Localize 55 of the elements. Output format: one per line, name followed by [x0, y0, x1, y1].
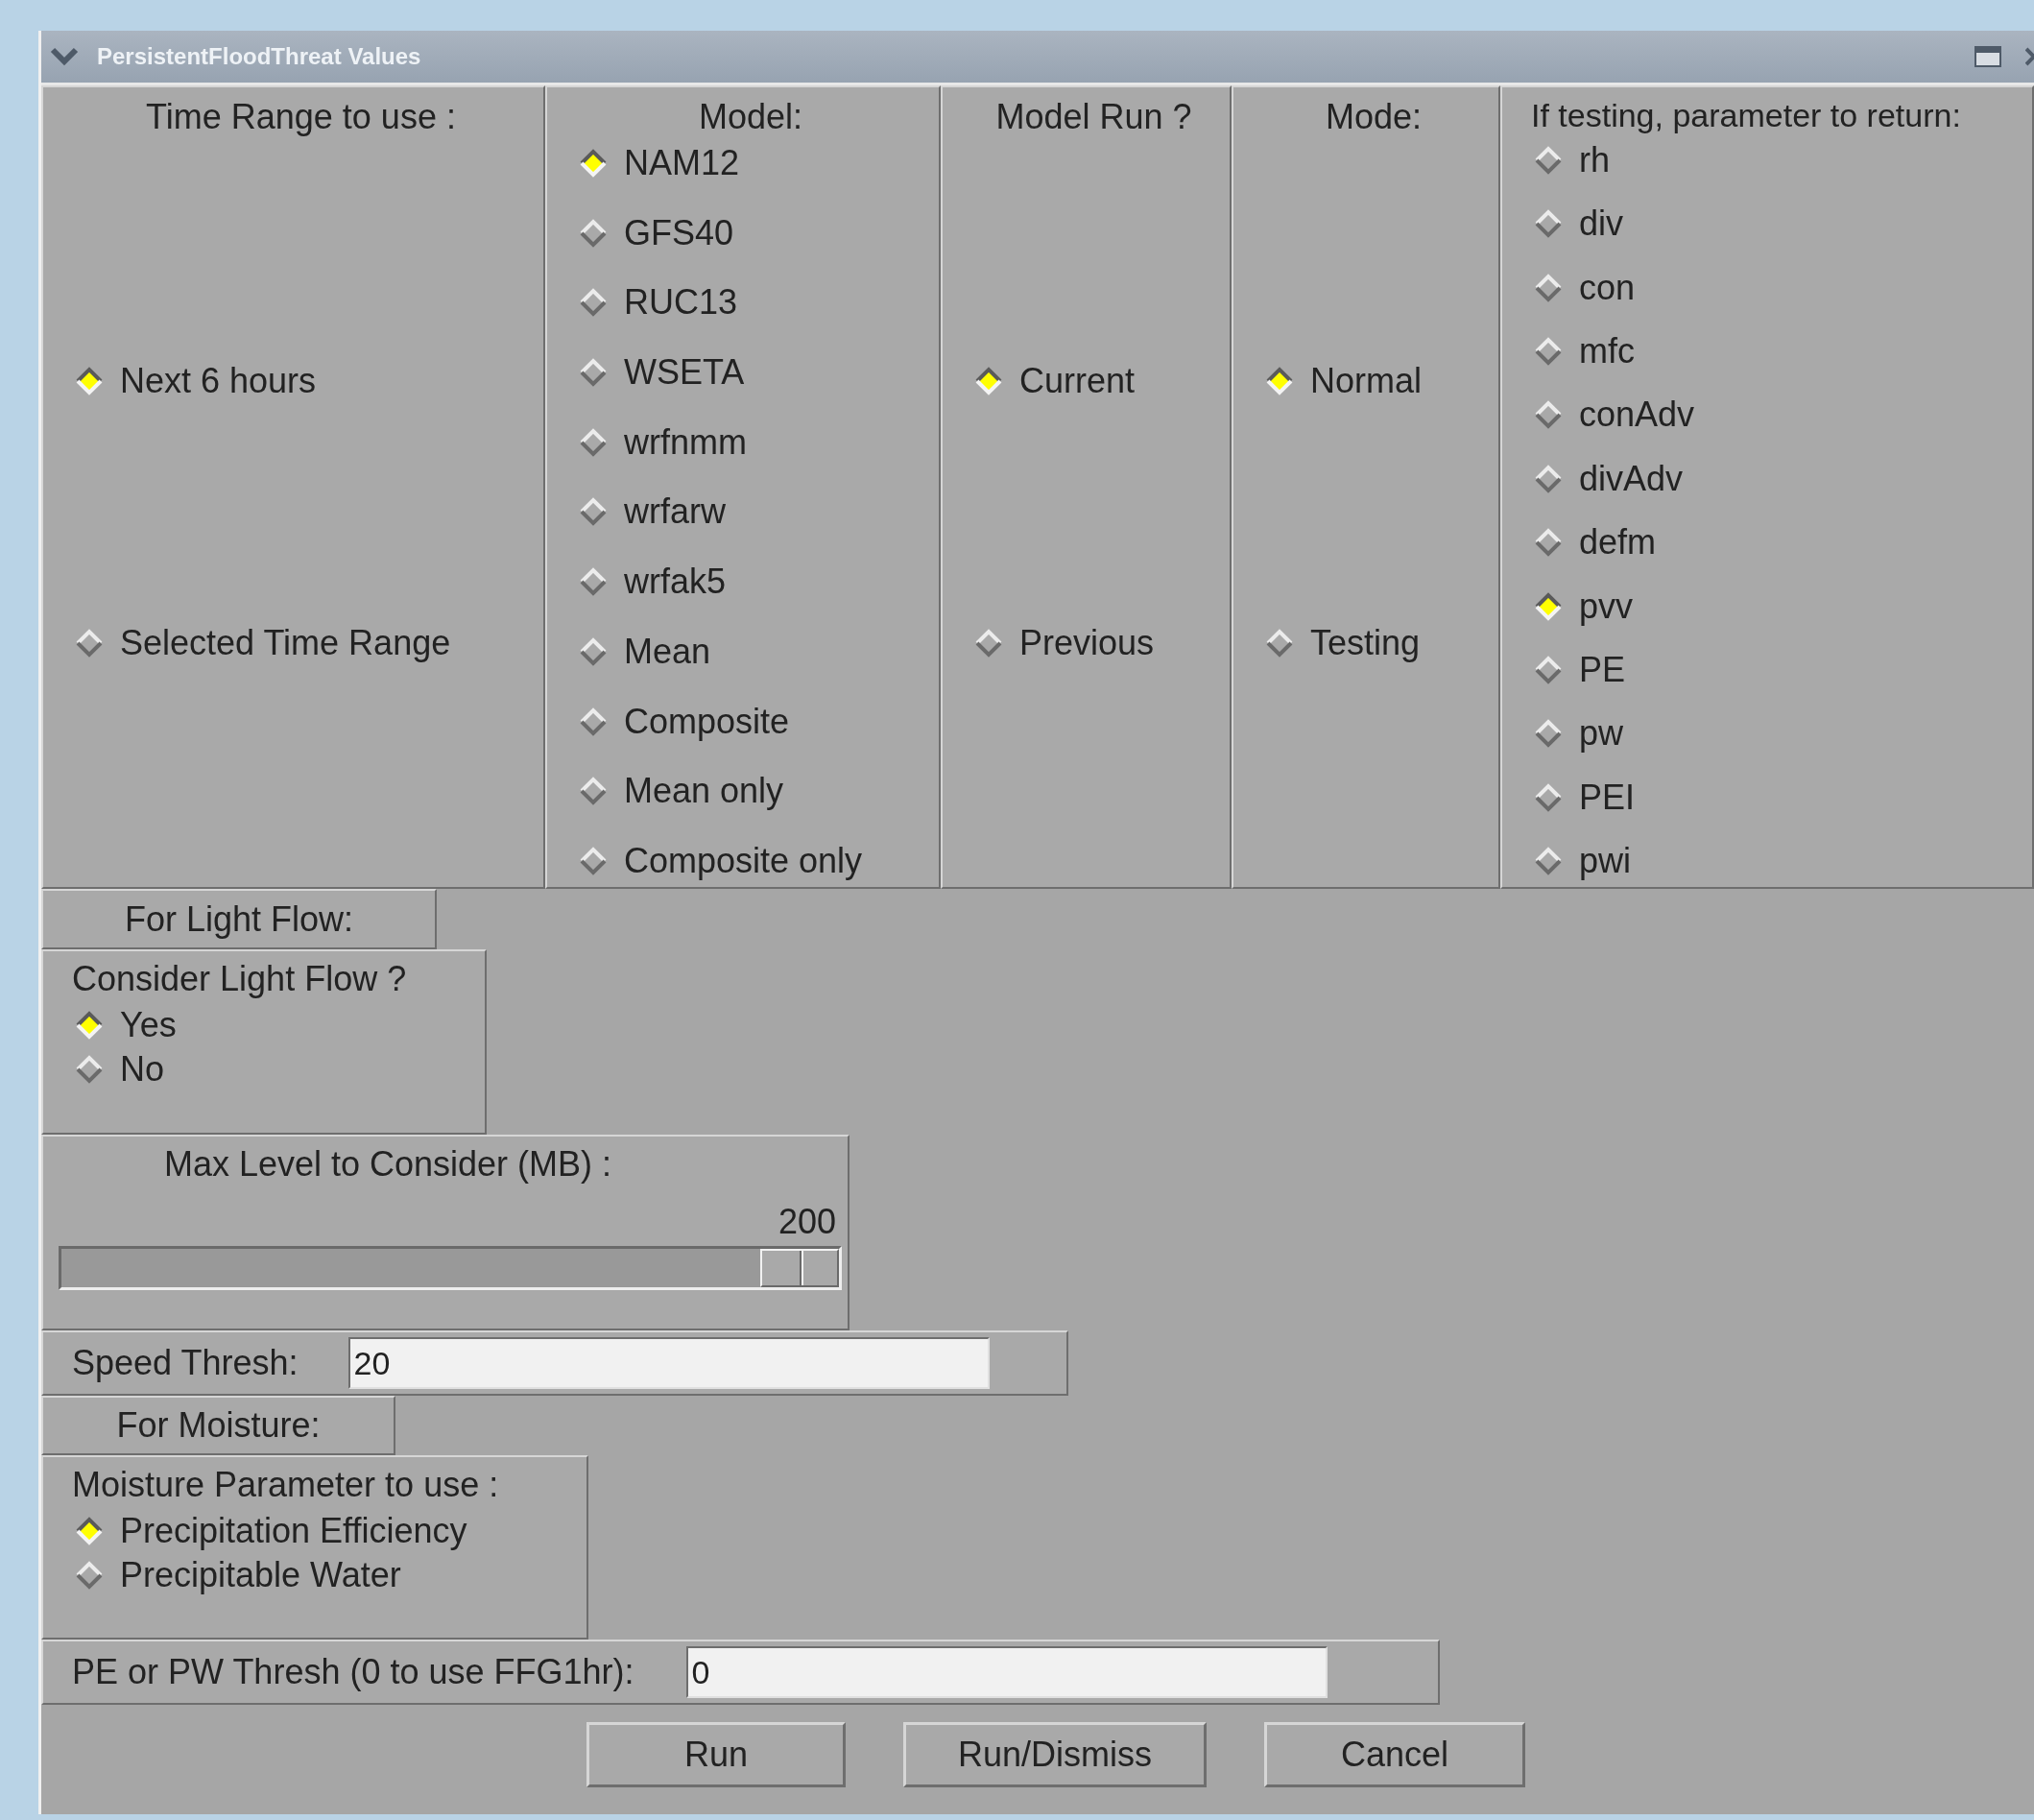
radio-option[interactable]: PE [1531, 647, 2026, 692]
radio-option[interactable]: wrfarw [576, 490, 925, 535]
radio-option[interactable]: div [1531, 202, 2026, 247]
radio-option[interactable]: Composite only [576, 838, 925, 883]
radio-option[interactable]: wrfnmm [576, 419, 925, 465]
maximize-icon[interactable] [1974, 44, 2002, 69]
radio-option[interactable]: wrfak5 [576, 560, 925, 605]
field-label: PE or PW Thresh (0 to use FFG1hr): [71, 1652, 634, 1692]
radio-option[interactable]: NAM12 [576, 141, 925, 185]
input-field[interactable]: 20 [347, 1337, 990, 1389]
group-label: Moisture Parameter to use : [72, 1464, 500, 1506]
input-field[interactable]: 0 [685, 1646, 1328, 1698]
radio-option[interactable]: conAdv [1531, 393, 2026, 438]
radio-option[interactable]: divAdv [1531, 456, 2026, 501]
radio-option[interactable]: pw [1531, 711, 2026, 756]
slider-track[interactable] [59, 1246, 842, 1290]
dialog-button[interactable]: Run [586, 1722, 846, 1787]
group-label: Model: [697, 96, 804, 138]
group-label: Consider Light Flow ? [72, 958, 408, 1000]
radio-option[interactable]: RUC13 [576, 280, 925, 325]
radio-option[interactable]: rh [1531, 138, 2026, 182]
group-label: Time Range to use : [145, 96, 457, 138]
group-label: Mode: [1324, 96, 1424, 138]
radio-option[interactable]: Testing [1262, 621, 1485, 665]
radio-option[interactable]: Next 6 hours [72, 359, 530, 403]
radio-option[interactable]: Previous [971, 621, 1216, 665]
radio-option[interactable]: Precipitable Water [72, 1553, 573, 1597]
group-label: Model Run ? [994, 96, 1193, 138]
slider-thumb[interactable] [760, 1249, 839, 1287]
radio-option[interactable]: No [72, 1047, 471, 1091]
radio-option[interactable]: GFS40 [576, 210, 925, 255]
dialog-button[interactable]: Cancel [1264, 1722, 1525, 1787]
section-header: For Light Flow: [41, 889, 437, 949]
dialog-button[interactable]: Run/Dismiss [903, 1722, 1207, 1787]
group-label: If testing, parameter to return: [1531, 96, 1962, 135]
radio-option[interactable]: Composite [576, 699, 925, 744]
window-title: PersistentFloodThreat Values [97, 43, 422, 70]
radio-option[interactable]: Precipitation Efficiency [72, 1509, 573, 1553]
radio-option[interactable]: Current [971, 359, 1216, 403]
radio-option[interactable]: pvv [1531, 584, 2026, 629]
radio-option[interactable]: pwi [1531, 838, 2026, 883]
radio-option[interactable]: Yes [72, 1003, 471, 1047]
radio-option[interactable]: defm [1531, 520, 2026, 565]
field-label: Speed Thresh: [71, 1343, 299, 1383]
radio-option[interactable]: Selected Time Range [72, 621, 530, 665]
radio-option[interactable]: mfc [1531, 329, 2026, 374]
radio-option[interactable]: Mean [576, 629, 925, 674]
section-header: For Moisture: [41, 1396, 395, 1455]
radio-option[interactable]: WSETA [576, 350, 925, 395]
radio-option[interactable]: Normal [1262, 359, 1485, 403]
slider-label: Max Level to Consider (MB) : [162, 1143, 613, 1185]
radio-option[interactable]: con [1531, 265, 2026, 310]
radio-option[interactable]: Mean only [576, 769, 925, 814]
radio-option[interactable]: PEI [1531, 775, 2026, 820]
slider-value: 200 [777, 1201, 837, 1243]
